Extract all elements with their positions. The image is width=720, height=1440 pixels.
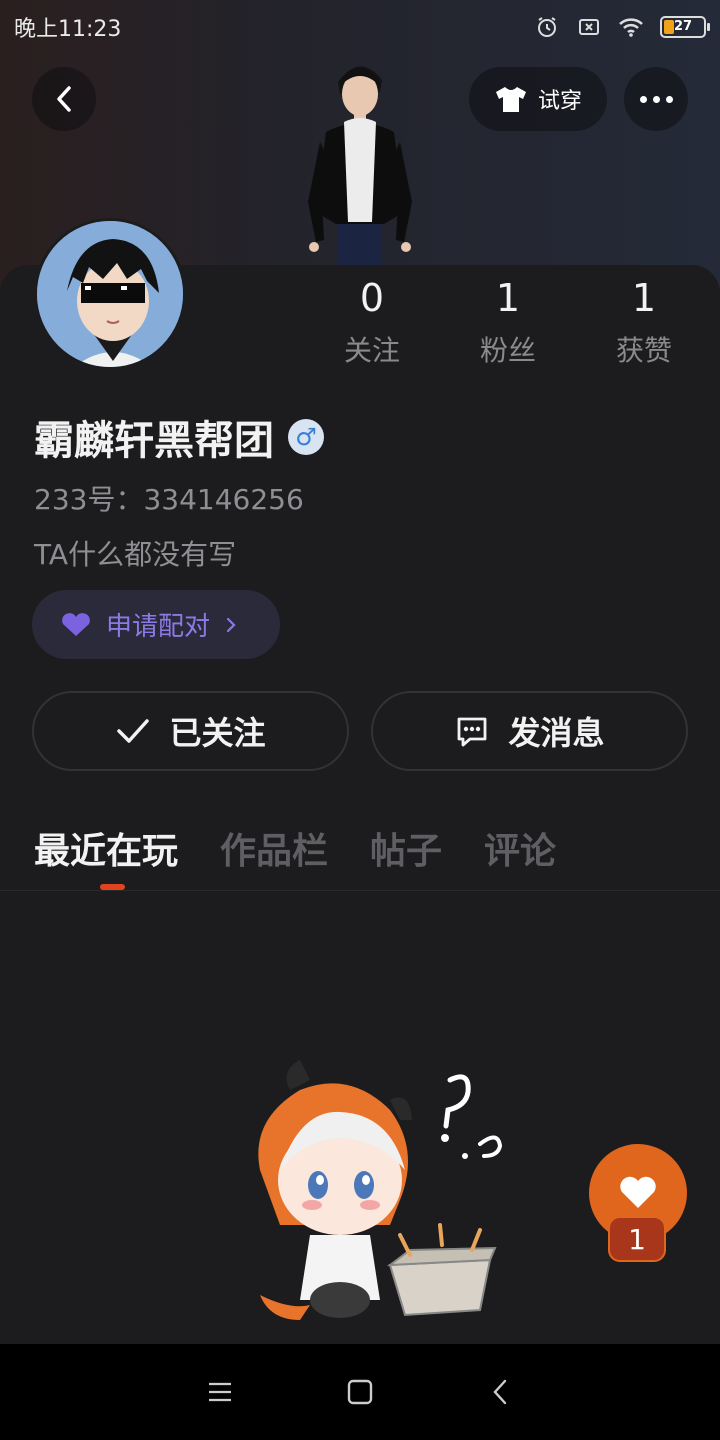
tshirt-icon xyxy=(495,87,526,112)
alarm-icon xyxy=(534,14,560,40)
tab-recently-played[interactable]: 最近在玩 xyxy=(34,822,178,874)
system-navigation-bar xyxy=(0,1344,720,1440)
profile-tabs: 最近在玩 作品栏 帖子 评论 xyxy=(34,822,556,874)
chevron-left-icon xyxy=(493,1379,507,1405)
following-label: 已关注 xyxy=(169,714,266,752)
request-pair-button[interactable]: 申请配对 xyxy=(32,590,280,659)
name-row: 霸麟轩黑帮团 ♂ xyxy=(34,408,324,466)
request-pair-label: 申请配对 xyxy=(106,612,211,642)
profile-stats: 0 关注 1 粉丝 1 获赞 xyxy=(304,275,712,369)
menu-nav-button[interactable] xyxy=(200,1372,240,1412)
tab-comments[interactable]: 评论 xyxy=(484,822,556,874)
home-nav-button[interactable] xyxy=(340,1372,380,1412)
user-bio: TA什么都没有写 xyxy=(34,538,237,571)
status-bar: 晚上11:23 27 xyxy=(0,0,720,54)
empty-state-illustration xyxy=(240,1060,510,1330)
avatar-3d-character xyxy=(300,52,420,267)
following-button[interactable]: 已关注 xyxy=(32,691,349,771)
menu-icon xyxy=(209,1382,231,1402)
try-on-button[interactable]: 试穿 xyxy=(469,67,607,131)
chat-bubble-icon xyxy=(458,717,487,747)
tab-posts[interactable]: 帖子 xyxy=(370,822,442,874)
more-options-button[interactable] xyxy=(624,67,688,131)
more-dot-icon xyxy=(652,95,660,103)
stat-followers[interactable]: 1 粉丝 xyxy=(440,275,576,369)
user-id: 233号：334146256 xyxy=(34,483,304,516)
try-on-label: 试穿 xyxy=(537,89,582,114)
user-name: 霸麟轩黑帮团 xyxy=(34,418,274,464)
like-count-badge: 1 xyxy=(608,1216,666,1262)
heart-icon xyxy=(62,612,90,636)
stat-likes[interactable]: 1 获赞 xyxy=(576,275,712,369)
check-icon xyxy=(117,719,150,743)
more-dot-icon xyxy=(665,95,673,103)
send-message-button[interactable]: 发消息 xyxy=(371,691,688,771)
battery-indicator: 27 xyxy=(660,16,710,38)
status-time: 晚上11:23 xyxy=(14,17,122,42)
tab-works[interactable]: 作品栏 xyxy=(220,822,328,874)
heart-icon xyxy=(620,1176,656,1208)
back-button[interactable] xyxy=(32,67,96,131)
tab-divider xyxy=(0,890,720,891)
back-nav-button[interactable] xyxy=(480,1372,520,1412)
stat-following[interactable]: 0 关注 xyxy=(304,275,440,369)
gender-male-icon: ♂ xyxy=(288,419,324,455)
chevron-left-icon xyxy=(57,86,71,112)
chevron-right-icon xyxy=(226,617,236,632)
avatar[interactable] xyxy=(34,218,186,370)
send-message-label: 发消息 xyxy=(508,714,605,752)
no-sim-icon xyxy=(576,14,602,40)
wifi-icon xyxy=(618,14,644,40)
square-icon xyxy=(347,1379,373,1405)
more-dot-icon xyxy=(639,95,647,103)
